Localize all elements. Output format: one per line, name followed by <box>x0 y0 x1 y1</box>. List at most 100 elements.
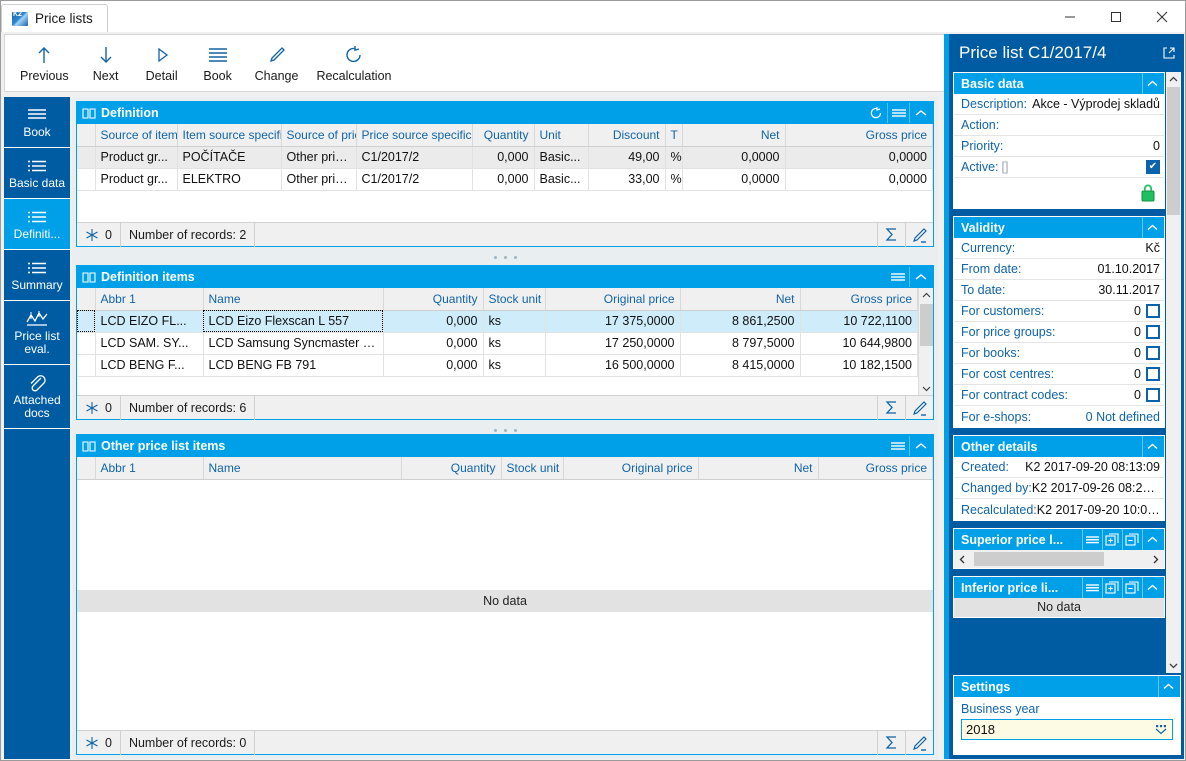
col-item-source-specification[interactable]: Item source specifica <box>177 124 281 146</box>
for-customers-checkbox[interactable] <box>1146 304 1160 318</box>
chevron-up-icon[interactable] <box>909 103 931 123</box>
chevron-up-icon[interactable] <box>1142 73 1162 94</box>
chevron-up-icon[interactable] <box>1142 529 1162 550</box>
filter-status[interactable]: 0 <box>77 396 121 420</box>
col-gross-price[interactable]: Gross price <box>785 124 933 146</box>
edit-pencil-icon[interactable] <box>905 223 933 247</box>
detail-button[interactable]: Detail <box>134 36 190 90</box>
action-row[interactable]: Action: <box>954 115 1164 136</box>
col-original-price[interactable]: Original price <box>563 457 698 479</box>
chevron-up-icon[interactable] <box>1142 436 1162 457</box>
filter-status[interactable]: 0 <box>77 223 121 247</box>
from-date-row[interactable]: From date: 01.10.2017 <box>954 259 1164 280</box>
scroll-track[interactable] <box>919 302 934 381</box>
sum-icon[interactable] <box>877 223 905 247</box>
to-date-row[interactable]: To date: 30.11.2017 <box>954 280 1164 301</box>
sum-icon[interactable] <box>877 396 905 420</box>
active-row[interactable]: Active: [] ✔ <box>954 157 1164 178</box>
chevron-up-icon[interactable] <box>909 267 931 287</box>
col-discount[interactable]: Discount <box>588 124 665 146</box>
changed-by-row[interactable]: Changed by: K2 2017-09-26 08:26:31 <box>954 478 1164 499</box>
scroll-thumb[interactable] <box>920 304 933 346</box>
col-net[interactable]: Net <box>698 457 818 479</box>
scroll-track[interactable] <box>1166 87 1181 658</box>
window-tab-price-lists[interactable]: Price lists <box>1 4 108 32</box>
recalculation-button[interactable]: Recalculation <box>307 36 400 90</box>
chevron-up-icon[interactable] <box>1142 577 1162 598</box>
hamburger-icon[interactable] <box>887 436 909 456</box>
previous-button[interactable]: Previous <box>11 36 78 90</box>
active-checkbox[interactable]: ✔ <box>1146 160 1160 174</box>
sidebar-item-summary[interactable]: Summary <box>4 250 70 301</box>
superior-horizontal-scrollbar[interactable] <box>954 550 1164 568</box>
col-t[interactable]: T <box>665 124 682 146</box>
scroll-thumb[interactable] <box>1167 87 1180 215</box>
col-price-source-specification[interactable]: Price source specifica <box>356 124 472 146</box>
hamburger-icon[interactable] <box>887 103 909 123</box>
definition-grid[interactable]: Source of items Item source specifica So… <box>77 124 933 222</box>
sidebar-item-basic-data[interactable]: Basic data <box>4 148 70 199</box>
for-eshops-row[interactable]: For e-shops: 0 Not defined <box>954 406 1164 427</box>
scroll-down-icon[interactable] <box>919 381 934 395</box>
edit-pencil-icon[interactable] <box>905 731 933 755</box>
col-gross-price[interactable]: Gross price <box>818 457 933 479</box>
col-quantity[interactable]: Quantity <box>472 124 534 146</box>
chevron-up-icon[interactable] <box>1142 217 1162 238</box>
for-customers-row[interactable]: For customers: 0 <box>954 301 1164 322</box>
col-unit[interactable]: Unit <box>534 124 588 146</box>
sum-icon[interactable] <box>877 731 905 755</box>
col-abbr1[interactable]: Abbr 1 <box>95 288 203 310</box>
right-panel-scrollbar[interactable] <box>1166 72 1181 673</box>
sidebar-item-price-list-eval[interactable]: Price list eval. <box>4 301 70 365</box>
external-link-icon[interactable] <box>1162 46 1176 60</box>
table-row[interactable]: Product gr... POČÍTAČE Other price... C1… <box>77 146 933 168</box>
scroll-track[interactable] <box>971 550 1147 568</box>
col-net[interactable]: Net <box>682 124 785 146</box>
splitter-definition[interactable] <box>76 253 934 262</box>
scroll-thumb[interactable] <box>974 552 1104 566</box>
add-copy-icon[interactable] <box>1102 577 1122 598</box>
col-source-of-price[interactable]: Source of price <box>281 124 356 146</box>
for-price-groups-checkbox[interactable] <box>1146 325 1160 339</box>
col-stock-unit[interactable]: Stock unit <box>501 457 563 479</box>
definition-items-scrollbar[interactable] <box>918 288 933 395</box>
scroll-left-icon[interactable] <box>954 550 971 568</box>
chevron-up-icon[interactable] <box>1158 676 1178 697</box>
for-price-groups-row[interactable]: For price groups: 0 <box>954 322 1164 343</box>
col-quantity[interactable]: Quantity <box>401 457 501 479</box>
lock-icon[interactable] <box>1139 183 1157 203</box>
add-copy-icon[interactable] <box>1102 529 1122 550</box>
hamburger-icon[interactable] <box>1082 577 1102 598</box>
table-row[interactable]: LCD BENG F... LCD BENG FB 791 0,000 ks 1… <box>77 354 918 376</box>
sidebar-item-definition[interactable]: Definiti... <box>4 199 70 250</box>
col-source-of-items[interactable]: Source of items <box>95 124 177 146</box>
col-name[interactable]: Name <box>203 288 383 310</box>
col-name[interactable]: Name <box>203 457 401 479</box>
edit-pencil-icon[interactable] <box>905 396 933 420</box>
change-button[interactable]: Change <box>246 36 308 90</box>
book-button[interactable]: Book <box>190 36 246 90</box>
chevron-up-icon[interactable] <box>909 436 931 456</box>
sidebar-item-attached-docs[interactable]: Attached docs <box>4 365 70 429</box>
currency-row[interactable]: Currency: Kč <box>954 238 1164 259</box>
for-books-row[interactable]: For books: 0 <box>954 343 1164 364</box>
for-books-checkbox[interactable] <box>1146 346 1160 360</box>
recalculated-row[interactable]: Recalculated: K2 2017-09-20 10:08:07 <box>954 499 1164 520</box>
scroll-down-icon[interactable] <box>1166 658 1181 673</box>
col-stock-unit[interactable]: Stock unit <box>483 288 545 310</box>
for-cost-centres-row[interactable]: For cost centres: 0 <box>954 364 1164 385</box>
created-row[interactable]: Created: K2 2017-09-20 08:13:09 <box>954 457 1164 478</box>
scroll-up-icon[interactable] <box>1166 72 1181 87</box>
hamburger-icon[interactable] <box>1082 529 1102 550</box>
col-original-price[interactable]: Original price <box>545 288 680 310</box>
other-price-list-items-grid[interactable]: Abbr 1 Name Quantity Stock unit Original… <box>77 457 933 730</box>
next-button[interactable]: Next <box>78 36 134 90</box>
refresh-icon[interactable] <box>865 103 887 123</box>
col-net[interactable]: Net <box>680 288 800 310</box>
business-year-input[interactable]: 2018 <box>961 719 1173 740</box>
scroll-right-icon[interactable] <box>1147 550 1164 568</box>
for-cost-centres-checkbox[interactable] <box>1146 367 1160 381</box>
table-row[interactable]: Product gr... ELEKTRO Other price... C1/… <box>77 168 933 190</box>
hamburger-icon[interactable] <box>887 267 909 287</box>
table-row[interactable]: LCD EIZO FL... LCD Eizo Flexscan L 557 0… <box>77 310 918 332</box>
